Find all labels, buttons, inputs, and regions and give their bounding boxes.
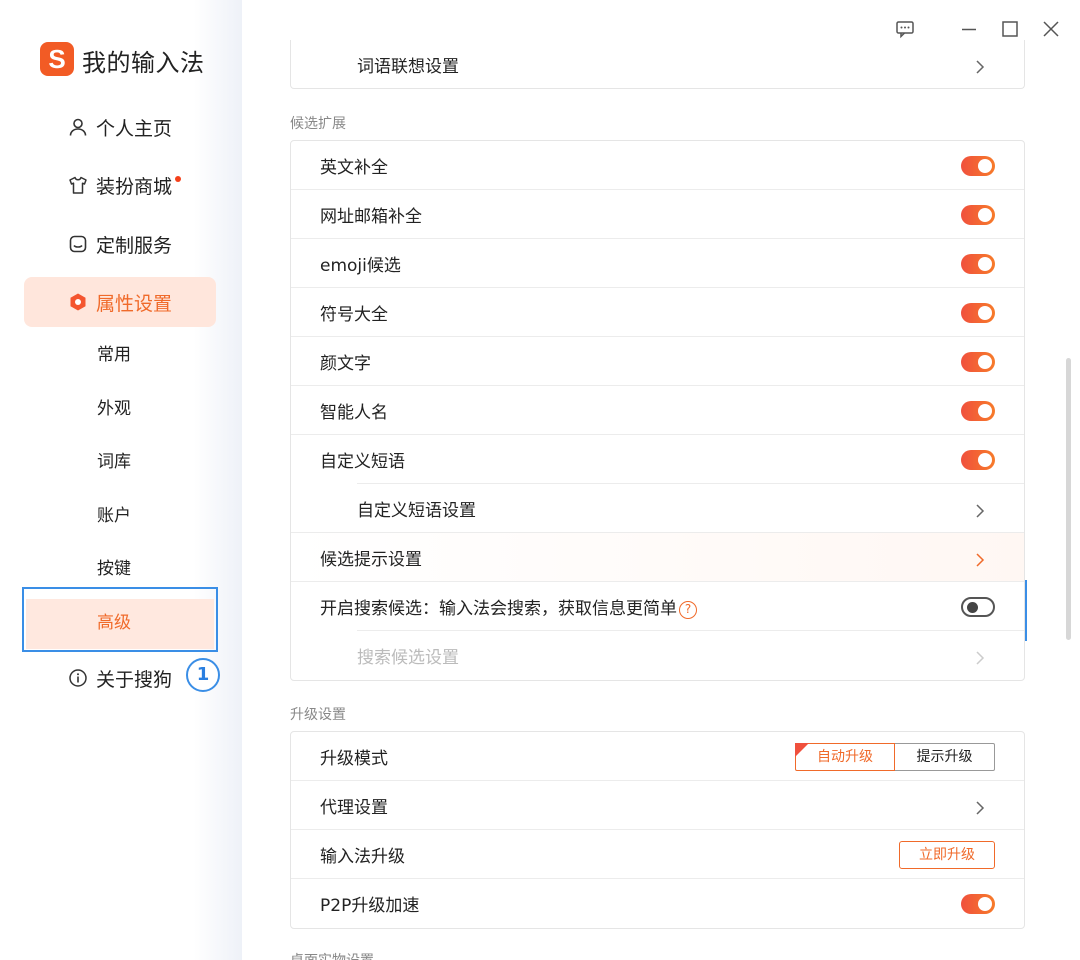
card-upgrade: 升级模式 自动升级 提示升级 代理设置 输入法升级 立即升级 P2P升级加速 [290, 731, 1025, 929]
close-icon[interactable] [1040, 18, 1062, 40]
toggle-symbols[interactable] [961, 302, 995, 323]
subnav-item-keys[interactable]: 按键 [97, 557, 131, 581]
row-label: 候选提示设置 [320, 550, 422, 570]
nav-item-service[interactable]: 定制服务 [68, 229, 172, 259]
row-label: 输入法升级 [320, 847, 405, 867]
row-label: emoji候选 [320, 256, 401, 276]
row-label: 自定义短语设置 [357, 501, 476, 521]
row-label: 网址邮箱补全 [320, 207, 422, 227]
row-label: 代理设置 [320, 798, 388, 818]
help-icon[interactable]: ? [679, 601, 697, 619]
chevron-right-icon [974, 503, 986, 518]
scrollbar[interactable] [1066, 358, 1071, 640]
nav-item-settings[interactable]: 属性设置 [68, 287, 172, 317]
chevron-right-icon [974, 59, 986, 74]
card-word-association: 词语联想设置 [290, 40, 1025, 89]
notification-dot [175, 176, 182, 182]
chevron-right-icon [974, 800, 986, 815]
section-title-next: 桌面实物设置 [290, 950, 374, 960]
row-label: 升级模式 [320, 749, 388, 769]
row-candidate-hint-settings[interactable]: 候选提示设置 [291, 533, 1024, 582]
feedback-icon[interactable] [894, 18, 916, 40]
toggle-custom-phrase[interactable] [961, 449, 995, 470]
upgrade-now-button[interactable]: 立即升级 [899, 841, 995, 869]
row-word-association-settings[interactable]: 词语联想设置 [291, 40, 1024, 89]
row-search-candidate: 开启搜索候选：输入法会搜索，获取信息更简单? [291, 582, 1024, 631]
toggle-p2p-upgrade[interactable] [961, 893, 995, 914]
toggle-kaomoji[interactable] [961, 351, 995, 372]
subnav-item-dictionary[interactable]: 词库 [97, 450, 131, 474]
section-title-upgrade: 升级设置 [290, 707, 346, 723]
row-search-candidate-settings[interactable]: 搜索候选设置 [291, 631, 1024, 680]
annotation-number-1: 1 [186, 658, 220, 692]
row-label: 符号大全 [320, 305, 388, 325]
row-label-text: 开启搜索候选：输入法会搜索，获取信息更简单 [320, 599, 677, 619]
toggle-url-email-completion[interactable] [961, 204, 995, 225]
row-label: 颜文字 [320, 354, 371, 374]
row-emoji-candidate: emoji候选 [291, 239, 1024, 288]
row-symbols: 符号大全 [291, 288, 1024, 337]
nav-item-service-label: 定制服务 [96, 234, 173, 257]
row-p2p-upgrade: P2P升级加速 [291, 879, 1024, 928]
row-label: 英文补全 [320, 158, 388, 178]
row-proxy-settings[interactable]: 代理设置 [291, 781, 1024, 830]
toggle-smart-names[interactable] [961, 400, 995, 421]
row-kaomoji: 颜文字 [291, 337, 1024, 386]
subnav-item-common[interactable]: 常用 [97, 343, 131, 367]
annotation-box-advanced [22, 587, 218, 652]
chevron-right-icon [974, 650, 986, 665]
row-upgrade-mode: 升级模式 自动升级 提示升级 [291, 732, 1024, 781]
card-candidate-ext: 英文补全 网址邮箱补全 emoji候选 符号大全 颜文字 智能人名 自定义短语 … [290, 140, 1025, 681]
upgrade-mode-segmented: 自动升级 提示升级 [795, 743, 995, 771]
row-label: 智能人名 [320, 403, 388, 423]
nav-item-home-label: 个人主页 [96, 117, 173, 140]
toggle-search-candidate[interactable] [961, 596, 995, 617]
row-label: 自定义短语 [320, 452, 405, 472]
info-icon [68, 668, 88, 688]
row-label: 搜索候选设置 [357, 648, 459, 668]
nav-item-home[interactable]: 个人主页 [68, 112, 172, 142]
nav-item-about[interactable]: 关于搜狗 [68, 663, 172, 693]
person-icon [68, 117, 88, 137]
toggle-english-completion[interactable] [961, 155, 995, 176]
row-english-completion: 英文补全 [291, 141, 1024, 190]
inbox-icon [68, 234, 88, 254]
row-label: P2P升级加速 [320, 896, 420, 916]
nav-item-about-label: 关于搜狗 [96, 668, 173, 691]
row-custom-phrase-settings[interactable]: 自定义短语设置 [291, 484, 1024, 533]
option-auto-upgrade[interactable]: 自动升级 [795, 743, 895, 771]
sidebar: S 我的输入法 个人主页 装扮商城 定制服务 属性设置 常用 外观 词库 账户 … [0, 0, 242, 960]
toggle-emoji-candidate[interactable] [961, 253, 995, 274]
subnav-item-appearance[interactable]: 外观 [97, 397, 131, 421]
tshirt-icon [68, 175, 88, 195]
row-custom-phrase: 自定义短语 [291, 435, 1024, 484]
minimize-icon[interactable] [958, 18, 980, 40]
option-prompt-upgrade[interactable]: 提示升级 [895, 743, 995, 771]
maximize-icon[interactable] [999, 18, 1021, 40]
app-logo-icon: S [40, 42, 74, 76]
nav-item-settings-label: 属性设置 [96, 292, 173, 315]
app-title: 我的输入法 [82, 49, 205, 77]
row-label: 开启搜索候选：输入法会搜索，获取信息更简单? [320, 594, 697, 619]
row-url-email-completion: 网址邮箱补全 [291, 190, 1024, 239]
subnav-item-account[interactable]: 账户 [97, 504, 131, 528]
nav-item-mall[interactable]: 装扮商城 [68, 170, 182, 200]
row-smart-names: 智能人名 [291, 386, 1024, 435]
hexagon-settings-icon [68, 292, 88, 312]
chevron-right-icon [974, 552, 986, 567]
row-label: 词语联想设置 [357, 57, 459, 77]
nav-item-mall-label: 装扮商城 [96, 175, 173, 198]
row-ime-upgrade: 输入法升级 立即升级 [291, 830, 1024, 879]
section-title-candidate-ext: 候选扩展 [290, 116, 346, 132]
